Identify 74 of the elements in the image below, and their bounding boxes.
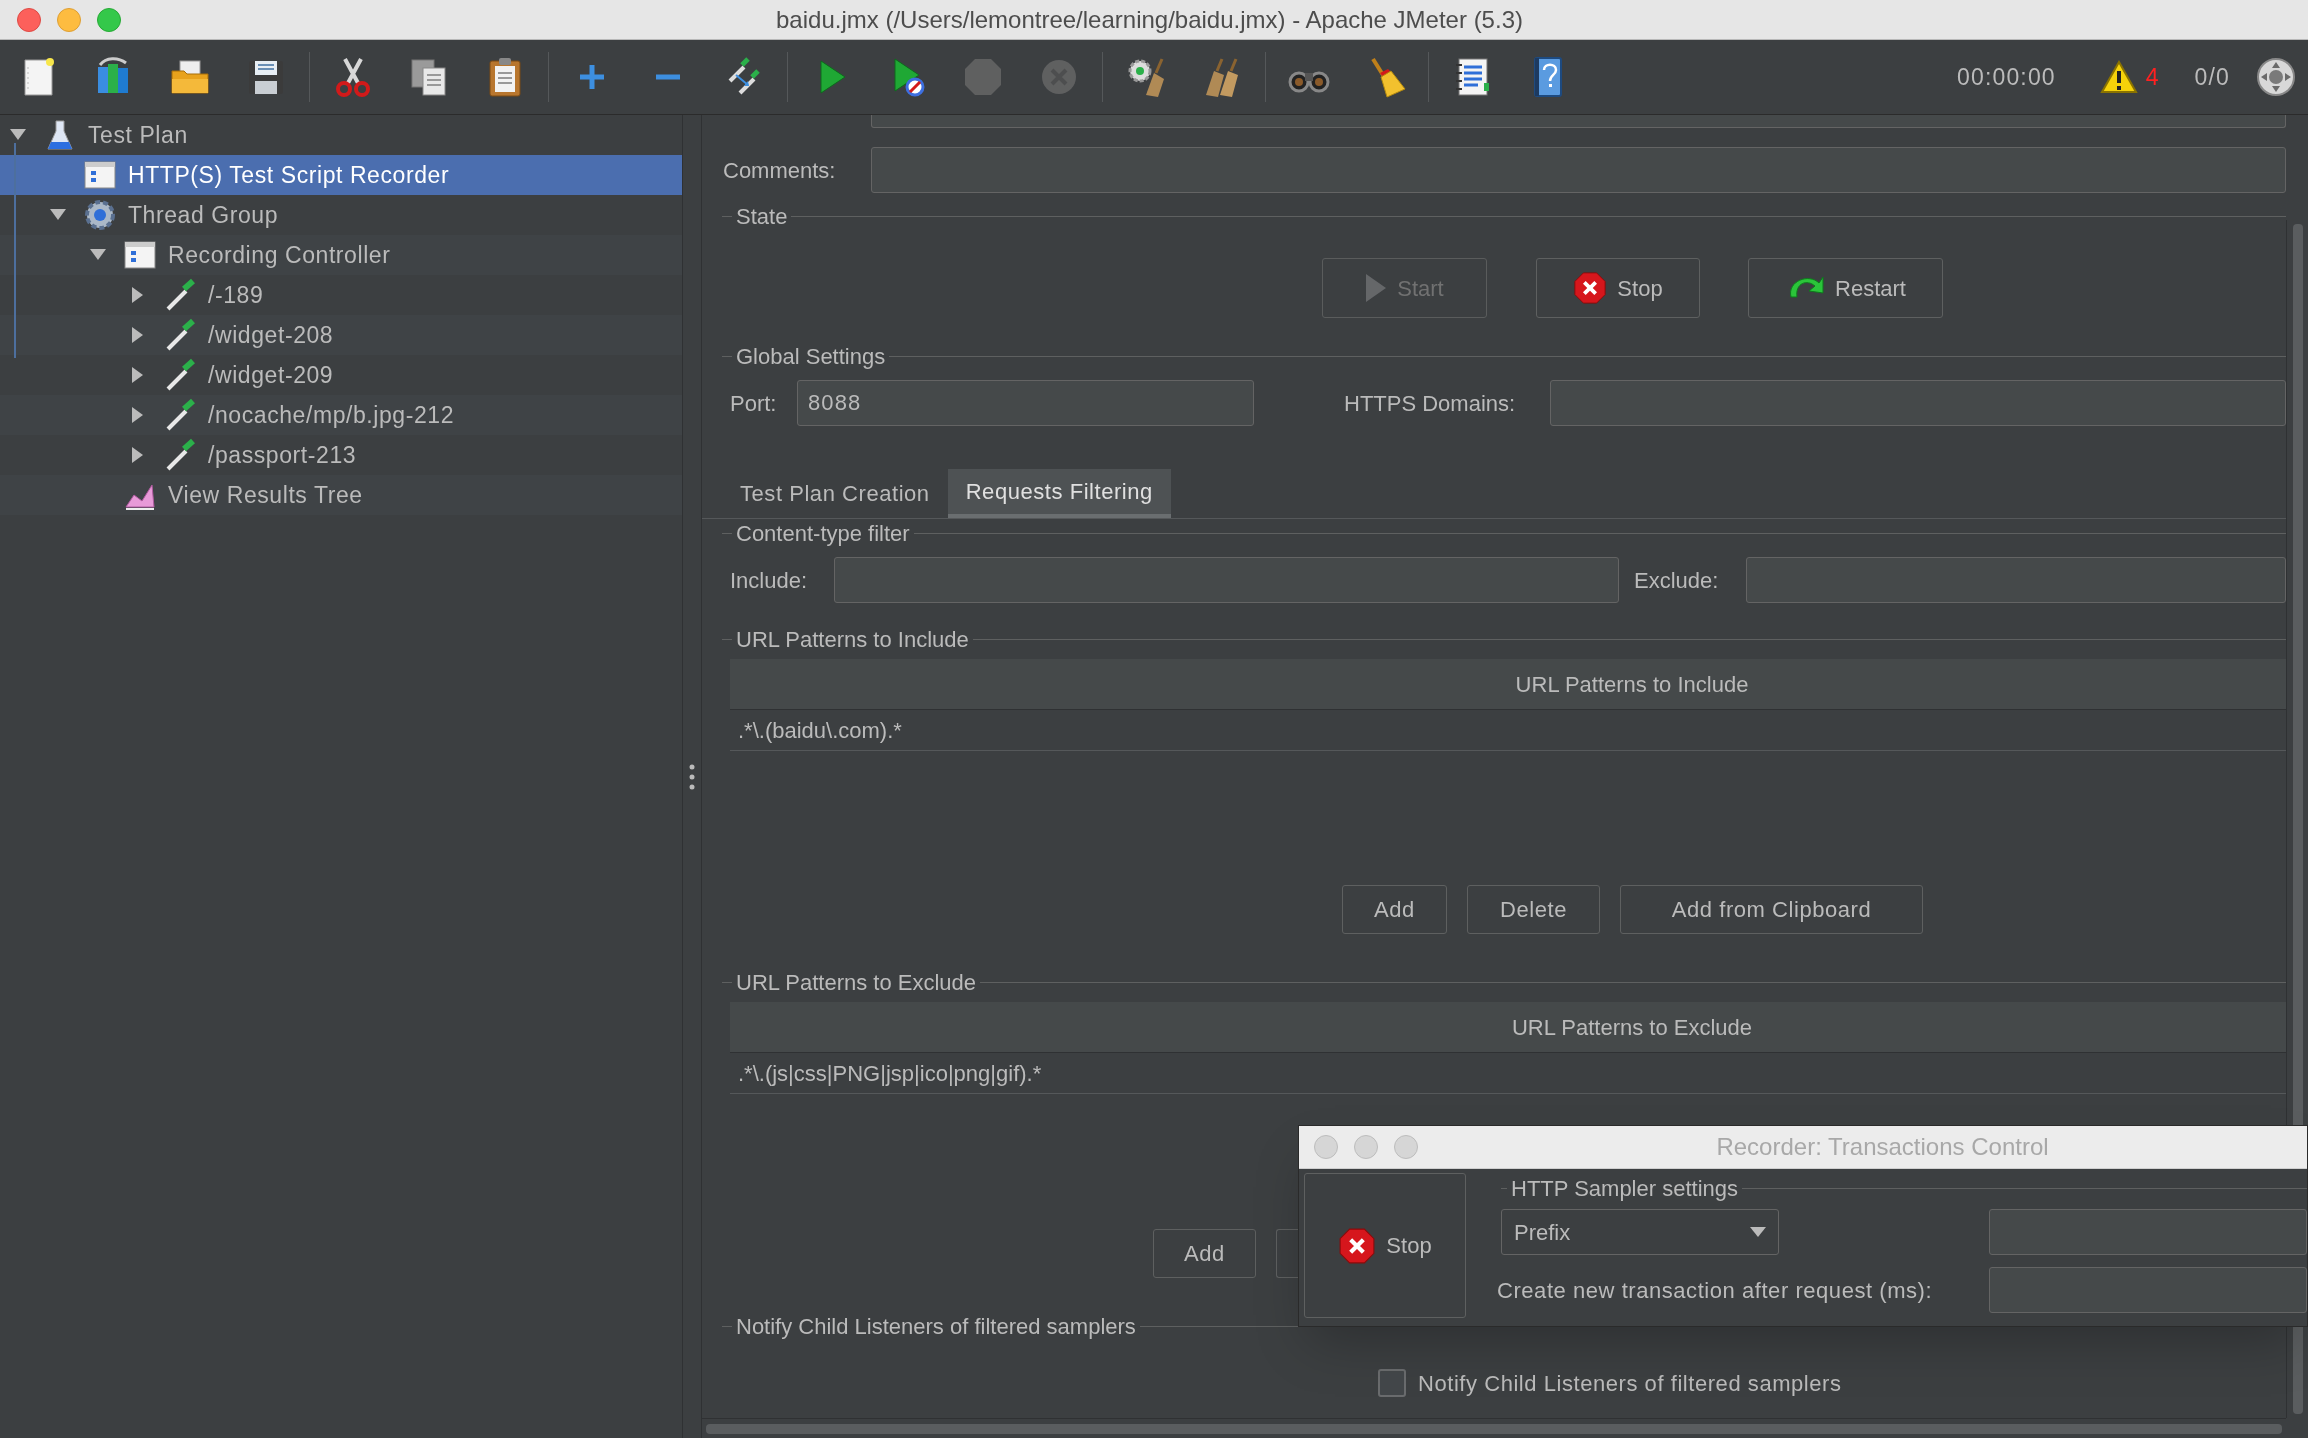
- checkbox-label: Notify Child Listeners of filtered samplers: [1418, 1369, 1842, 1398]
- play-icon: [1365, 273, 1388, 303]
- field-label: Exclude:: [1634, 566, 1720, 595]
- add-button[interactable]: Add: [1342, 885, 1447, 934]
- tree-label: /widget-209: [208, 360, 334, 390]
- checkbox[interactable]: [1378, 1369, 1406, 1397]
- group-title: URL Patterns to Include: [735, 625, 970, 654]
- tree-item[interactable]: Recording Controller: [0, 235, 682, 275]
- tree-item[interactable]: /widget-208: [0, 315, 682, 355]
- include-field[interactable]: [834, 557, 1619, 603]
- tree-label: /widget-208: [208, 320, 334, 350]
- tree-label: Test Plan: [88, 120, 188, 150]
- expanded-arrow-icon[interactable]: [50, 209, 66, 221]
- tree-label: Thread Group: [128, 200, 279, 230]
- dialog-title: Recorder: Transactions Control: [1716, 1132, 2049, 1162]
- port-field[interactable]: 8088: [797, 380, 1254, 426]
- https-domains-field[interactable]: [1550, 380, 2286, 426]
- thread-count: 0/0: [2194, 62, 2230, 92]
- action-button[interactable]: Delete: [1467, 885, 1600, 934]
- group-title: Global Settings: [735, 342, 887, 371]
- tree-label: HTTP(S) Test Script Recorder: [128, 160, 450, 190]
- collapsed-arrow-icon[interactable]: [132, 327, 144, 343]
- field-label: HTTPS Domains:: [1344, 389, 1517, 418]
- table-cell[interactable]: .*\.(baidu\.com).*: [730, 710, 2286, 751]
- column-header: URL Patterns to Exclude: [730, 1002, 2286, 1053]
- tree-label: View Results Tree: [168, 480, 363, 510]
- group-title: Notify Child Listeners of filtered samplers: [735, 1312, 1137, 1341]
- warning-icon[interactable]: [2099, 60, 2138, 94]
- tree-label: Recording Controller: [168, 240, 391, 270]
- column-header: URL Patterns to Include: [730, 659, 2286, 710]
- stop-button[interactable]: Stop: [1304, 1173, 1466, 1318]
- collapsed-arrow-icon[interactable]: [132, 447, 144, 463]
- restart-button[interactable]: Restart: [1748, 258, 1943, 318]
- warning-count[interactable]: 4: [2145, 59, 2159, 95]
- expanded-arrow-icon[interactable]: [90, 249, 106, 261]
- stop-sign-icon: [1573, 271, 1608, 305]
- comments-field[interactable]: [871, 147, 2286, 193]
- naming-dropdown[interactable]: Prefix: [1501, 1209, 1779, 1255]
- crosshair-circle-icon[interactable]: [2256, 57, 2296, 97]
- elapsed-time: 00:00:00: [1957, 62, 2056, 92]
- stop-sign-icon: [1338, 1226, 1377, 1265]
- tab[interactable]: Test Plan Creation: [722, 469, 948, 518]
- tree-item[interactable]: View Results Tree: [0, 475, 682, 515]
- tree-label: /nocache/mp/b.jpg-212: [208, 400, 455, 430]
- field-label: Include:: [730, 566, 809, 595]
- input-field[interactable]: [1989, 1209, 2307, 1255]
- tree-label: /-189: [208, 280, 264, 310]
- group-title: URL Patterns to Exclude: [735, 968, 978, 997]
- caret-icon: [1750, 1227, 1766, 1237]
- exclude-field[interactable]: [1746, 557, 2286, 603]
- collapsed-arrow-icon[interactable]: [132, 367, 144, 383]
- gear-icon: [82, 197, 118, 233]
- window-title: baidu.jmx (/Users/lemontree/learning/baidu.jmx) - Apache JMeter (5.3): [776, 4, 1523, 35]
- table-cell[interactable]: .*\.(js|css|PNG|jsp|ico|png|gif).*: [730, 1053, 2286, 1094]
- action-button[interactable]: Add from Clipboard: [1620, 885, 1923, 934]
- field-label: Create new transaction after request (ms):: [1497, 1276, 1934, 1305]
- tab[interactable]: Requests Filtering: [947, 469, 1171, 518]
- field-label: Comments:: [723, 156, 837, 185]
- transaction-delay-field[interactable]: [1989, 1267, 2307, 1313]
- expanded-arrow-icon[interactable]: [10, 129, 26, 141]
- stop-button[interactable]: Stop: [1536, 258, 1700, 318]
- tree-item[interactable]: HTTP(S) Test Script Recorder: [0, 155, 682, 195]
- add-button[interactable]: Add: [1153, 1229, 1256, 1278]
- group-title: State: [735, 202, 789, 231]
- tree-item[interactable]: /nocache/mp/b.jpg-212: [0, 395, 682, 435]
- collapsed-arrow-icon[interactable]: [132, 287, 144, 303]
- group-title: Content-type filter: [735, 519, 911, 548]
- input-field[interactable]: [871, 115, 2286, 128]
- collapsed-arrow-icon[interactable]: [132, 407, 144, 423]
- grip-icon[interactable]: [689, 763, 695, 790]
- close-window-button[interactable]: [17, 7, 41, 32]
- group-title: HTTP Sampler settings: [1510, 1174, 1739, 1203]
- tree-label: /passport-213: [208, 440, 357, 470]
- field-label: Port:: [730, 389, 778, 418]
